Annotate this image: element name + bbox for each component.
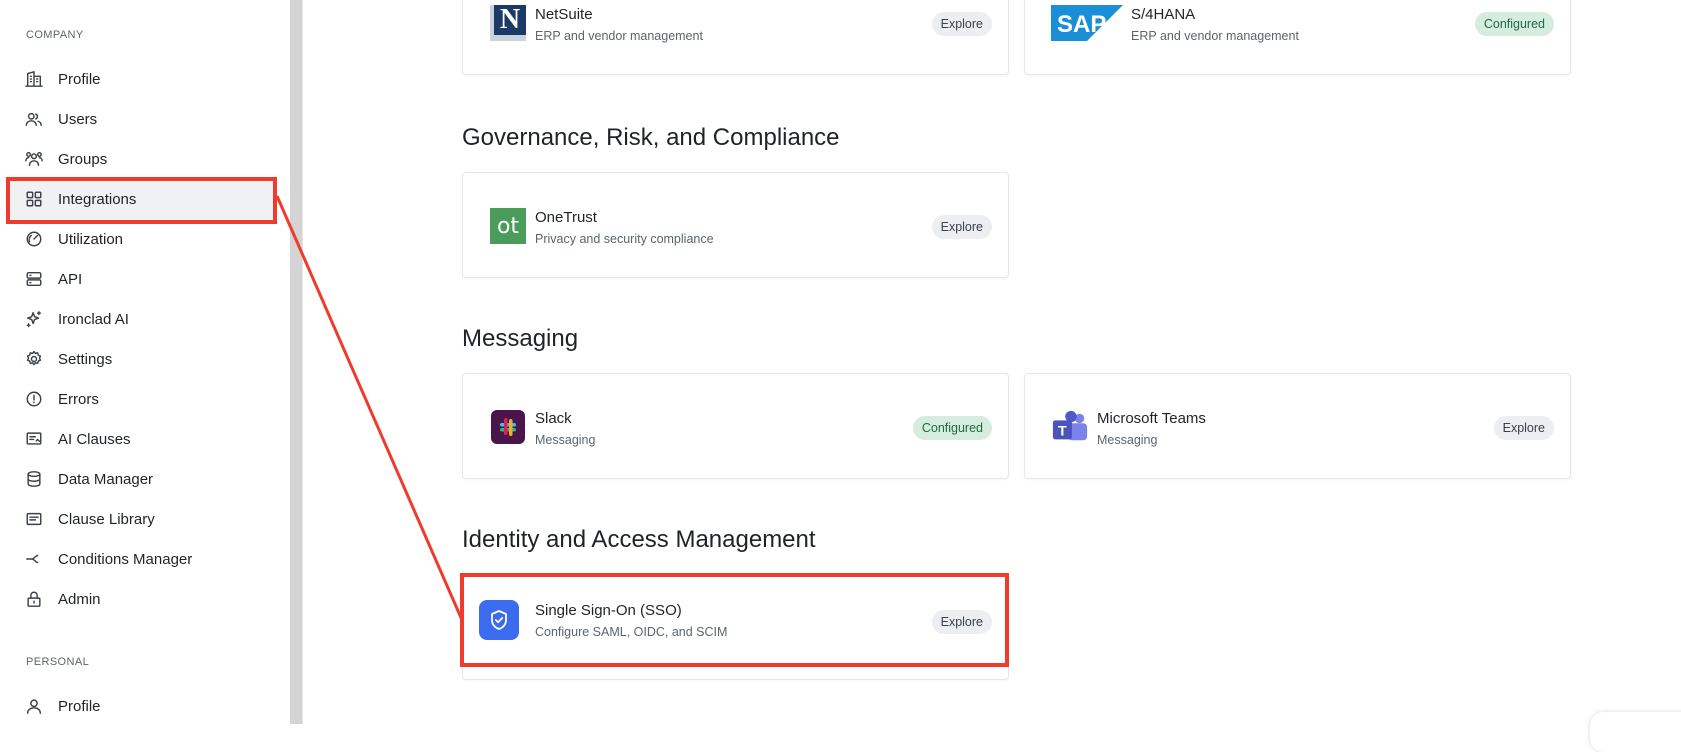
floating-panel-edge[interactable]: [1590, 712, 1681, 752]
annotation-arrow: [275, 195, 464, 621]
